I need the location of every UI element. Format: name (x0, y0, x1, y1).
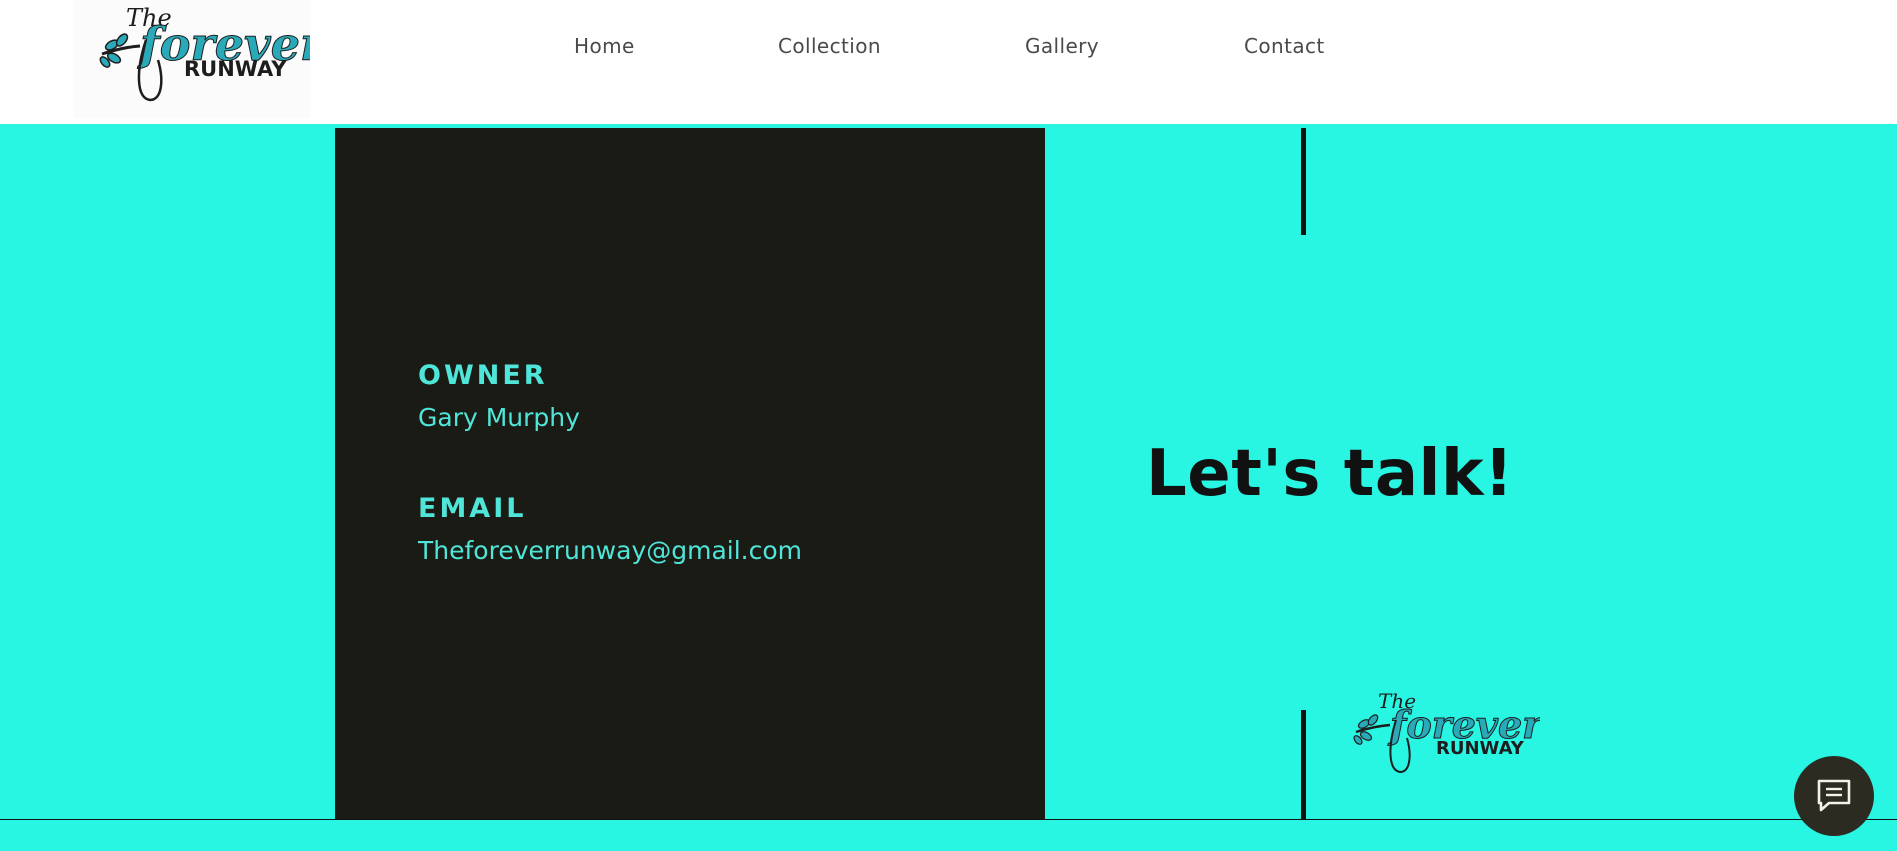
nav-home[interactable]: Home (574, 34, 635, 58)
footer-divider (0, 819, 1897, 820)
nav-gallery[interactable]: Gallery (1025, 34, 1099, 58)
cta-headline: Let's talk! (1146, 437, 1514, 511)
nav-collection[interactable]: Collection (778, 34, 881, 58)
email-link[interactable]: Theforeverrunway@gmail.com (418, 536, 802, 565)
contact-card: OWNER Gary Murphy EMAIL Theforeverrunway… (335, 128, 1045, 820)
nav-contact[interactable]: Contact (1244, 34, 1325, 58)
chat-button[interactable] (1794, 756, 1874, 836)
site-logo[interactable]: The forever RUNWAY (74, 0, 328, 118)
page: The forever RUNWAY Home Collection Galle… (0, 0, 1897, 851)
divider-line-bottom (1301, 710, 1306, 820)
footer-logo: The forever RUNWAY (1350, 686, 1546, 796)
divider-line-top (1301, 128, 1306, 235)
footer-logo-graphic: The forever RUNWAY (1353, 689, 1546, 774)
svg-text:RUNWAY: RUNWAY (1436, 738, 1525, 759)
site-header: The forever RUNWAY Home Collection Galle… (0, 0, 1897, 124)
chat-icon (1817, 779, 1851, 812)
owner-label: OWNER (418, 360, 548, 391)
logo-graphic: The forever RUNWAY (99, 4, 328, 102)
email-label: EMAIL (418, 493, 527, 524)
svg-text:RUNWAY: RUNWAY (184, 57, 287, 81)
owner-name: Gary Murphy (418, 403, 580, 432)
